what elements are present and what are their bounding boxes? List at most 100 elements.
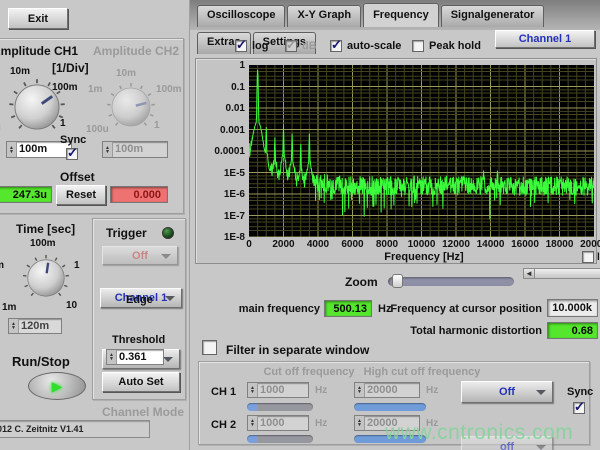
- filter-ch1-label: CH 1: [211, 386, 236, 398]
- log-label: log: [252, 40, 269, 52]
- dropdown-arrow-icon: [165, 296, 175, 301]
- y-tick-label: 0.001: [196, 125, 245, 136]
- xlog-checkbox[interactable]: [582, 251, 594, 263]
- zoom-slider-thumb[interactable]: [392, 274, 403, 288]
- ch2-scale-1m: 1m: [88, 84, 102, 95]
- y-tick-label: 0.01: [196, 103, 245, 114]
- hz-unit: Hz: [315, 385, 327, 396]
- amplitude-ch2-value-spinner[interactable]: ▲▼ 100m: [102, 141, 168, 158]
- ch2-scale-1: 1: [154, 120, 160, 131]
- spinner-arrows-icon[interactable]: ▲▼: [107, 350, 117, 364]
- y-tick-label: 1E-6: [196, 189, 245, 200]
- ch1-low-cutoff-slider[interactable]: [247, 403, 313, 411]
- run-stop-label: Run/Stop: [12, 354, 70, 369]
- ch1-scale-10m: 10m: [10, 66, 30, 77]
- dropdown-arrow-icon: [161, 254, 171, 259]
- y-tick-label: 0.1: [196, 82, 245, 93]
- spinner-arrows-icon[interactable]: ▲▼: [9, 319, 19, 333]
- y-tick-label: 0.0001: [196, 146, 245, 157]
- tab-x-y-graph[interactable]: X-Y Graph: [287, 5, 361, 27]
- auto-set-button[interactable]: Auto Set: [102, 372, 180, 392]
- low-cutoff-header: Cut off frequency: [249, 366, 369, 378]
- peakhold-label: Peak hold: [429, 40, 481, 52]
- exit-button[interactable]: Exit: [8, 8, 68, 29]
- spinner-arrows-icon: ▲▼: [248, 383, 258, 397]
- y-tick-label: 1E-7: [196, 211, 245, 222]
- ch1-filter-mode-dropdown[interactable]: Off: [461, 381, 553, 403]
- left-control-panel: Exit Amplitude CH1 Amplitude CH2 [1/Div]…: [0, 0, 190, 450]
- sync-checkbox[interactable]: ✓: [66, 148, 78, 160]
- time-title: Time [sec]: [16, 222, 75, 236]
- x-tick-label: 20000: [570, 239, 600, 250]
- log-checkbox[interactable]: ✓: [235, 40, 247, 52]
- autoscale-label: auto-scale: [347, 40, 401, 52]
- scrollbar-thumb[interactable]: [535, 269, 600, 278]
- dropdown-arrow-icon: [536, 445, 546, 450]
- time-scale-10: 10: [66, 300, 77, 311]
- time-knob[interactable]: [22, 254, 70, 302]
- y-tick-label: 1: [196, 60, 245, 71]
- ch1-high-cutoff-slider[interactable]: [354, 403, 426, 411]
- amplitude-ch1-title: Amplitude CH1: [0, 44, 78, 58]
- time-scale-1: 1: [74, 260, 80, 271]
- main-frequency-label: main frequency: [208, 303, 320, 315]
- channel-select-button[interactable]: Channel 1: [495, 30, 595, 48]
- trigger-mode-dropdown[interactable]: Off: [102, 246, 178, 265]
- db-checkbox[interactable]: ✓: [285, 40, 297, 52]
- run-indicator-icon: ▶: [52, 378, 63, 395]
- ch1-high-cutoff-spinner[interactable]: ▲▼ 20000: [354, 382, 420, 398]
- filter-ch2-label: CH 2: [211, 419, 236, 431]
- trigger-title: Trigger: [106, 226, 147, 240]
- cursor-frequency-display: 10.000k: [547, 299, 598, 317]
- run-stop-button[interactable]: ▶: [28, 372, 86, 400]
- tab-signalgenerator[interactable]: Signalgenerator: [441, 5, 545, 27]
- filter-sync-label: Sync: [567, 386, 593, 398]
- spinner-arrows-icon: ▲▼: [355, 383, 365, 397]
- spinner-arrows-icon: ▲▼: [248, 416, 258, 430]
- filter-sync-checkbox[interactable]: ✓: [573, 402, 585, 414]
- amplitude-ch2-title: Amplitude CH2: [93, 44, 179, 58]
- ch1-scale-100u: 100u: [0, 122, 1, 133]
- hz-unit: Hz: [315, 418, 327, 429]
- edge-label: Edge: [126, 294, 153, 306]
- high-cutoff-header: High cut off frequency: [357, 366, 487, 378]
- ch2-low-cutoff-spinner[interactable]: ▲▼ 1000: [247, 415, 309, 431]
- version-box: 012 C. Zeitnitz V1.41: [0, 420, 150, 438]
- ch2-low-cutoff-slider[interactable]: [247, 435, 313, 443]
- reset-button[interactable]: Reset: [56, 185, 106, 205]
- threshold-label: Threshold: [112, 334, 165, 346]
- spinner-arrows-icon: ▲▼: [355, 416, 365, 430]
- offset-ch2-display: 0.000: [110, 186, 168, 203]
- offset-ch1-display: 247.3u: [0, 186, 52, 203]
- peakhold-checkbox[interactable]: [412, 40, 424, 52]
- autoscale-checkbox[interactable]: ✓: [330, 40, 342, 52]
- ch1-scale-1: 1: [60, 118, 66, 129]
- threshold-spinner[interactable]: ▲▼ 0.361: [106, 349, 164, 365]
- thd-display: 0.68: [547, 322, 598, 339]
- spectrum-plot[interactable]: [249, 65, 594, 237]
- tab-oscilloscope[interactable]: Oscilloscope: [197, 5, 285, 27]
- trigger-led: [162, 227, 174, 239]
- x-axis-title: Frequency [Hz]: [364, 251, 484, 263]
- spinner-arrows-icon: ▲▼: [103, 142, 113, 157]
- spinner-arrows-icon[interactable]: ▲▼: [7, 142, 17, 157]
- tab-frequency[interactable]: Frequency: [363, 3, 439, 27]
- frequency-graph: 10.10.010.0010.00011E-51E-61E-71E-8 0200…: [195, 58, 597, 264]
- amplitude-div-label: [1/Div]: [52, 61, 89, 75]
- ch1-scale-100m: 100m: [52, 82, 78, 93]
- app-window: Exit Amplitude CH1 Amplitude CH2 [1/Div]…: [0, 0, 600, 450]
- time-value-spinner[interactable]: ▲▼ 120m: [8, 318, 62, 334]
- zoom-label: Zoom: [345, 275, 378, 289]
- ch2-scale-10m: 10m: [116, 68, 136, 79]
- amplitude-ch2-knob[interactable]: [106, 82, 156, 132]
- dropdown-arrow-icon: [536, 390, 546, 395]
- zoom-slider[interactable]: [388, 277, 514, 286]
- main-frequency-display: 500.13: [324, 300, 372, 317]
- filter-window-checkbox[interactable]: [202, 340, 217, 355]
- ch1-low-cutoff-spinner[interactable]: ▲▼ 1000: [247, 382, 309, 398]
- time-scale-1m: 1m: [2, 302, 16, 313]
- scroll-left-icon[interactable]: ◄: [524, 269, 535, 278]
- graph-h-scrollbar[interactable]: ◄: [523, 268, 600, 279]
- time-scale-100m: 100m: [30, 238, 56, 249]
- main-panel: OscilloscopeX-Y GraphFrequencySignalgene…: [190, 0, 600, 450]
